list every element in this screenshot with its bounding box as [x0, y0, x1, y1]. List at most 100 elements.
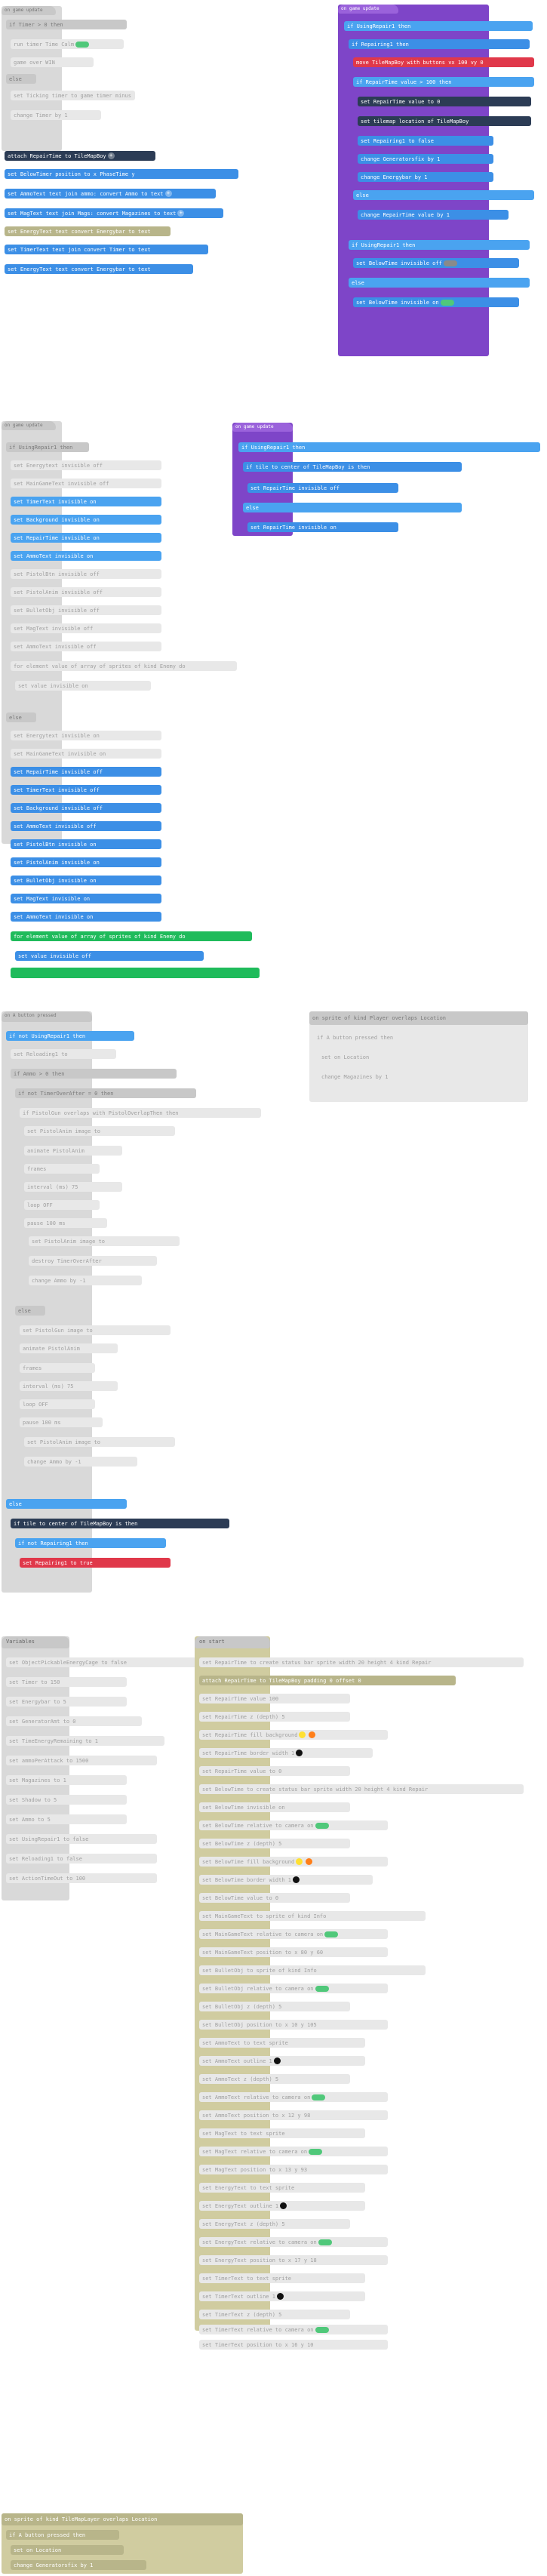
var-row[interactable]: set Shadow to 5	[6, 1795, 127, 1805]
block-set-invisible[interactable]: set MainGameText invisible on	[11, 749, 161, 759]
block-if-timer[interactable]: if not TimerOverAfter = 0 then	[15, 1088, 196, 1098]
create-row[interactable]: set RepairTime value to 0	[199, 1766, 350, 1776]
block-if-a-pressed[interactable]: if A button pressed then	[6, 2530, 119, 2540]
block-set-ammo-text[interactable]: set AmmoText text join ammo: convert Amm…	[5, 189, 216, 199]
var-row[interactable]: set ObjectPickableEnergyCage to false	[6, 1657, 202, 1667]
block-if-not-repair[interactable]: if not UsingRepair1 then	[6, 1031, 134, 1041]
block-set-timer-text[interactable]: set TimerText text join convert Timer to…	[5, 245, 208, 254]
block-pause[interactable]: pause 100 ms	[24, 1218, 107, 1228]
block-animate-2[interactable]: animate PistolAnim	[20, 1343, 118, 1353]
block-set-invisible[interactable]: set Background invisible off	[11, 803, 161, 813]
block-if-repairing[interactable]: if Repairing1 then	[349, 39, 530, 49]
block-attach[interactable]: attach RepairTime to TileMapBoy +	[5, 151, 155, 161]
create-row[interactable]: set EnergyText position to x 17 y 18	[199, 2255, 388, 2265]
block-else[interactable]: else	[243, 503, 462, 512]
var-row[interactable]: set Magazines to 1	[6, 1775, 127, 1785]
var-row[interactable]: set TimeEnergyRemaining to 1	[6, 1736, 164, 1746]
block-if-not-repairing[interactable]: if not Repairing1 then	[15, 1538, 166, 1548]
create-row[interactable]: set RepairTime z (depth) 5	[199, 1712, 350, 1722]
block-set-value-invisible[interactable]: set value invisible on	[15, 681, 151, 691]
var-row[interactable]: set ActionTimeOut to 100	[6, 1873, 157, 1883]
var-row[interactable]: set GeneratorAmt to 0	[6, 1716, 142, 1726]
create-row[interactable]: set AmmoText relative to camera on	[199, 2092, 388, 2102]
event-header[interactable]: on sprite of kind TileMapLayer overlaps …	[2, 2513, 243, 2525]
block-pause-2[interactable]: pause 100 ms	[20, 1417, 103, 1427]
block-else[interactable]: else	[15, 1306, 45, 1316]
block-if-tile[interactable]: if tile to center of TileMapBoy is then	[11, 1519, 229, 1528]
block-set-tilemap[interactable]: set tilemap location of TileMapBoy	[358, 116, 531, 126]
block-change-generators[interactable]: change Generatorsfix by 1	[358, 154, 493, 164]
block-set-invisible[interactable]: set TimerText invisible off	[11, 785, 161, 795]
block-set-image-2[interactable]: set PistolAnim image to	[29, 1236, 180, 1246]
block-set-invisible[interactable]: set Background invisible on	[11, 515, 161, 525]
var-row[interactable]: set Timer to 150	[6, 1677, 127, 1687]
create-row[interactable]: set BelowTime to create status bar sprit…	[199, 1784, 524, 1794]
block-change-ammo-2[interactable]: change Ammo by -1	[24, 1457, 137, 1467]
event-header[interactable]: on sprite of kind Player overlaps Locati…	[309, 1011, 528, 1025]
block-for-element-2[interactable]: for element value of array of sprites of…	[11, 931, 252, 941]
block-for-element[interactable]: for element value of array of sprites of…	[11, 661, 237, 671]
event-header[interactable]: on game update	[2, 6, 56, 15]
block-set-invisible[interactable]: set Energytext invisible on	[11, 731, 161, 740]
block-change-repair-value[interactable]: change RepairTime value by 1	[358, 210, 509, 220]
create-row[interactable]: set BelowTime border width 1	[199, 1875, 373, 1885]
create-row[interactable]: set BelowTime z (depth) 5	[199, 1839, 350, 1848]
block-else[interactable]: else	[6, 74, 36, 84]
block-loop[interactable]: loop OFF	[24, 1200, 100, 1210]
block-if-using-repair[interactable]: if UsingRepair1 then	[238, 442, 540, 452]
block-if-using-repair[interactable]: if UsingRepair1 then	[344, 21, 533, 31]
block-else-2[interactable]: else	[6, 1499, 127, 1509]
block-set-repairing-true[interactable]: set Repairing1 to true	[20, 1558, 171, 1568]
create-row[interactable]: set AmmoText position to x 12 y 98	[199, 2110, 388, 2120]
block-set-ticking[interactable]: set Ticking timer to game timer minus 10…	[11, 91, 135, 100]
create-row[interactable]: set AmmoText to text sprite	[199, 2038, 365, 2048]
block-set-mag-text[interactable]: set MagText text join Mags: convert Maga…	[5, 208, 223, 218]
block-if[interactable]: if Timer > 0 then	[6, 20, 127, 29]
block-frames-2[interactable]: frames	[20, 1363, 95, 1373]
block-if-using-repair[interactable]: if UsingRepair1 then	[6, 442, 89, 452]
block-set-location[interactable]: set on Location	[318, 1052, 432, 1062]
block-if-a-pressed[interactable]: if A button pressed then	[314, 1033, 427, 1042]
create-row[interactable]: set EnergyText z (depth) 5	[199, 2219, 350, 2229]
block-set-invisible[interactable]: set MainGameText invisible off	[11, 479, 161, 488]
create-row[interactable]: set BelowTime invisible on	[199, 1802, 350, 1812]
create-row[interactable]: set MainGameText relative to camera on	[199, 1929, 388, 1939]
event-header[interactable]: on game update	[338, 5, 398, 14]
block-set-image-3[interactable]: set PistolAnim image to	[24, 1437, 175, 1447]
block-set-invisible[interactable]: set PistolAnim invisible on	[11, 857, 161, 867]
create-row[interactable]: set MagText relative to camera on	[199, 2147, 388, 2156]
block-if-overlap[interactable]: if PistolGun overlaps with PistolOverlap…	[20, 1108, 261, 1118]
var-row[interactable]: set Energybar to 5	[6, 1697, 127, 1707]
create-row[interactable]: set RepairTime value 100	[199, 1694, 350, 1703]
create-row[interactable]: set TimerText z (depth) 5	[199, 2310, 350, 2319]
block-change-generators[interactable]: change Generatorsfix by 1	[11, 2560, 146, 2570]
block-set-repairing-false[interactable]: set Repairing1 to false	[358, 136, 493, 146]
create-row[interactable]: set TimerText relative to camera on	[199, 2325, 388, 2334]
var-row[interactable]: set Ammo to 5	[6, 1814, 127, 1824]
create-row[interactable]: set BulletObj to sprite of kind Info	[199, 1965, 426, 1975]
block-set-invisible[interactable]: set MagText invisible off	[11, 623, 161, 633]
block-game-over[interactable]: game over WIN	[11, 57, 94, 67]
block-set-repair-invisible-2[interactable]: set RepairTime invisible on	[247, 522, 398, 532]
block-change-magazines[interactable]: change Magazines by 1	[318, 1072, 432, 1082]
var-row[interactable]: set Reloading1 to false	[6, 1854, 157, 1864]
block-set-invisible[interactable]: set BulletObj invisible on	[11, 876, 161, 885]
block-else[interactable]: else	[6, 712, 36, 722]
create-row[interactable]: set BulletObj z (depth) 5	[199, 2002, 350, 2011]
block-set-invisible[interactable]: set RepairTime invisible off	[11, 767, 161, 777]
block-set-invisible[interactable]: set PistolBtn invisible on	[11, 839, 161, 849]
block-set-invisible[interactable]: set AmmoText invisible on	[11, 551, 161, 561]
block-change-ammo[interactable]: change Ammo by -1	[29, 1276, 142, 1285]
block-set-below-off[interactable]: set BelowTime invisible off	[353, 258, 519, 268]
block-if-using-repair-2[interactable]: if UsingRepair1 then	[349, 240, 530, 250]
create-row[interactable]: set MainGameText to sprite of kind Info	[199, 1911, 426, 1921]
block-set-invisible[interactable]: set TimerText invisible on	[11, 497, 161, 506]
block-set-invisible[interactable]: set MagText invisible on	[11, 894, 161, 903]
block-loop-2[interactable]: loop OFF	[20, 1399, 95, 1409]
event-header[interactable]: on game update	[232, 423, 293, 432]
create-row[interactable]: set RepairTime to create status bar spri…	[199, 1657, 524, 1667]
block-change-energy[interactable]: change Energybar by 1	[358, 172, 493, 182]
event-header[interactable]: Variables	[2, 1636, 69, 1648]
block-set-location[interactable]: set on Location	[11, 2545, 124, 2555]
create-row[interactable]: set BelowTime fill background	[199, 1857, 388, 1867]
